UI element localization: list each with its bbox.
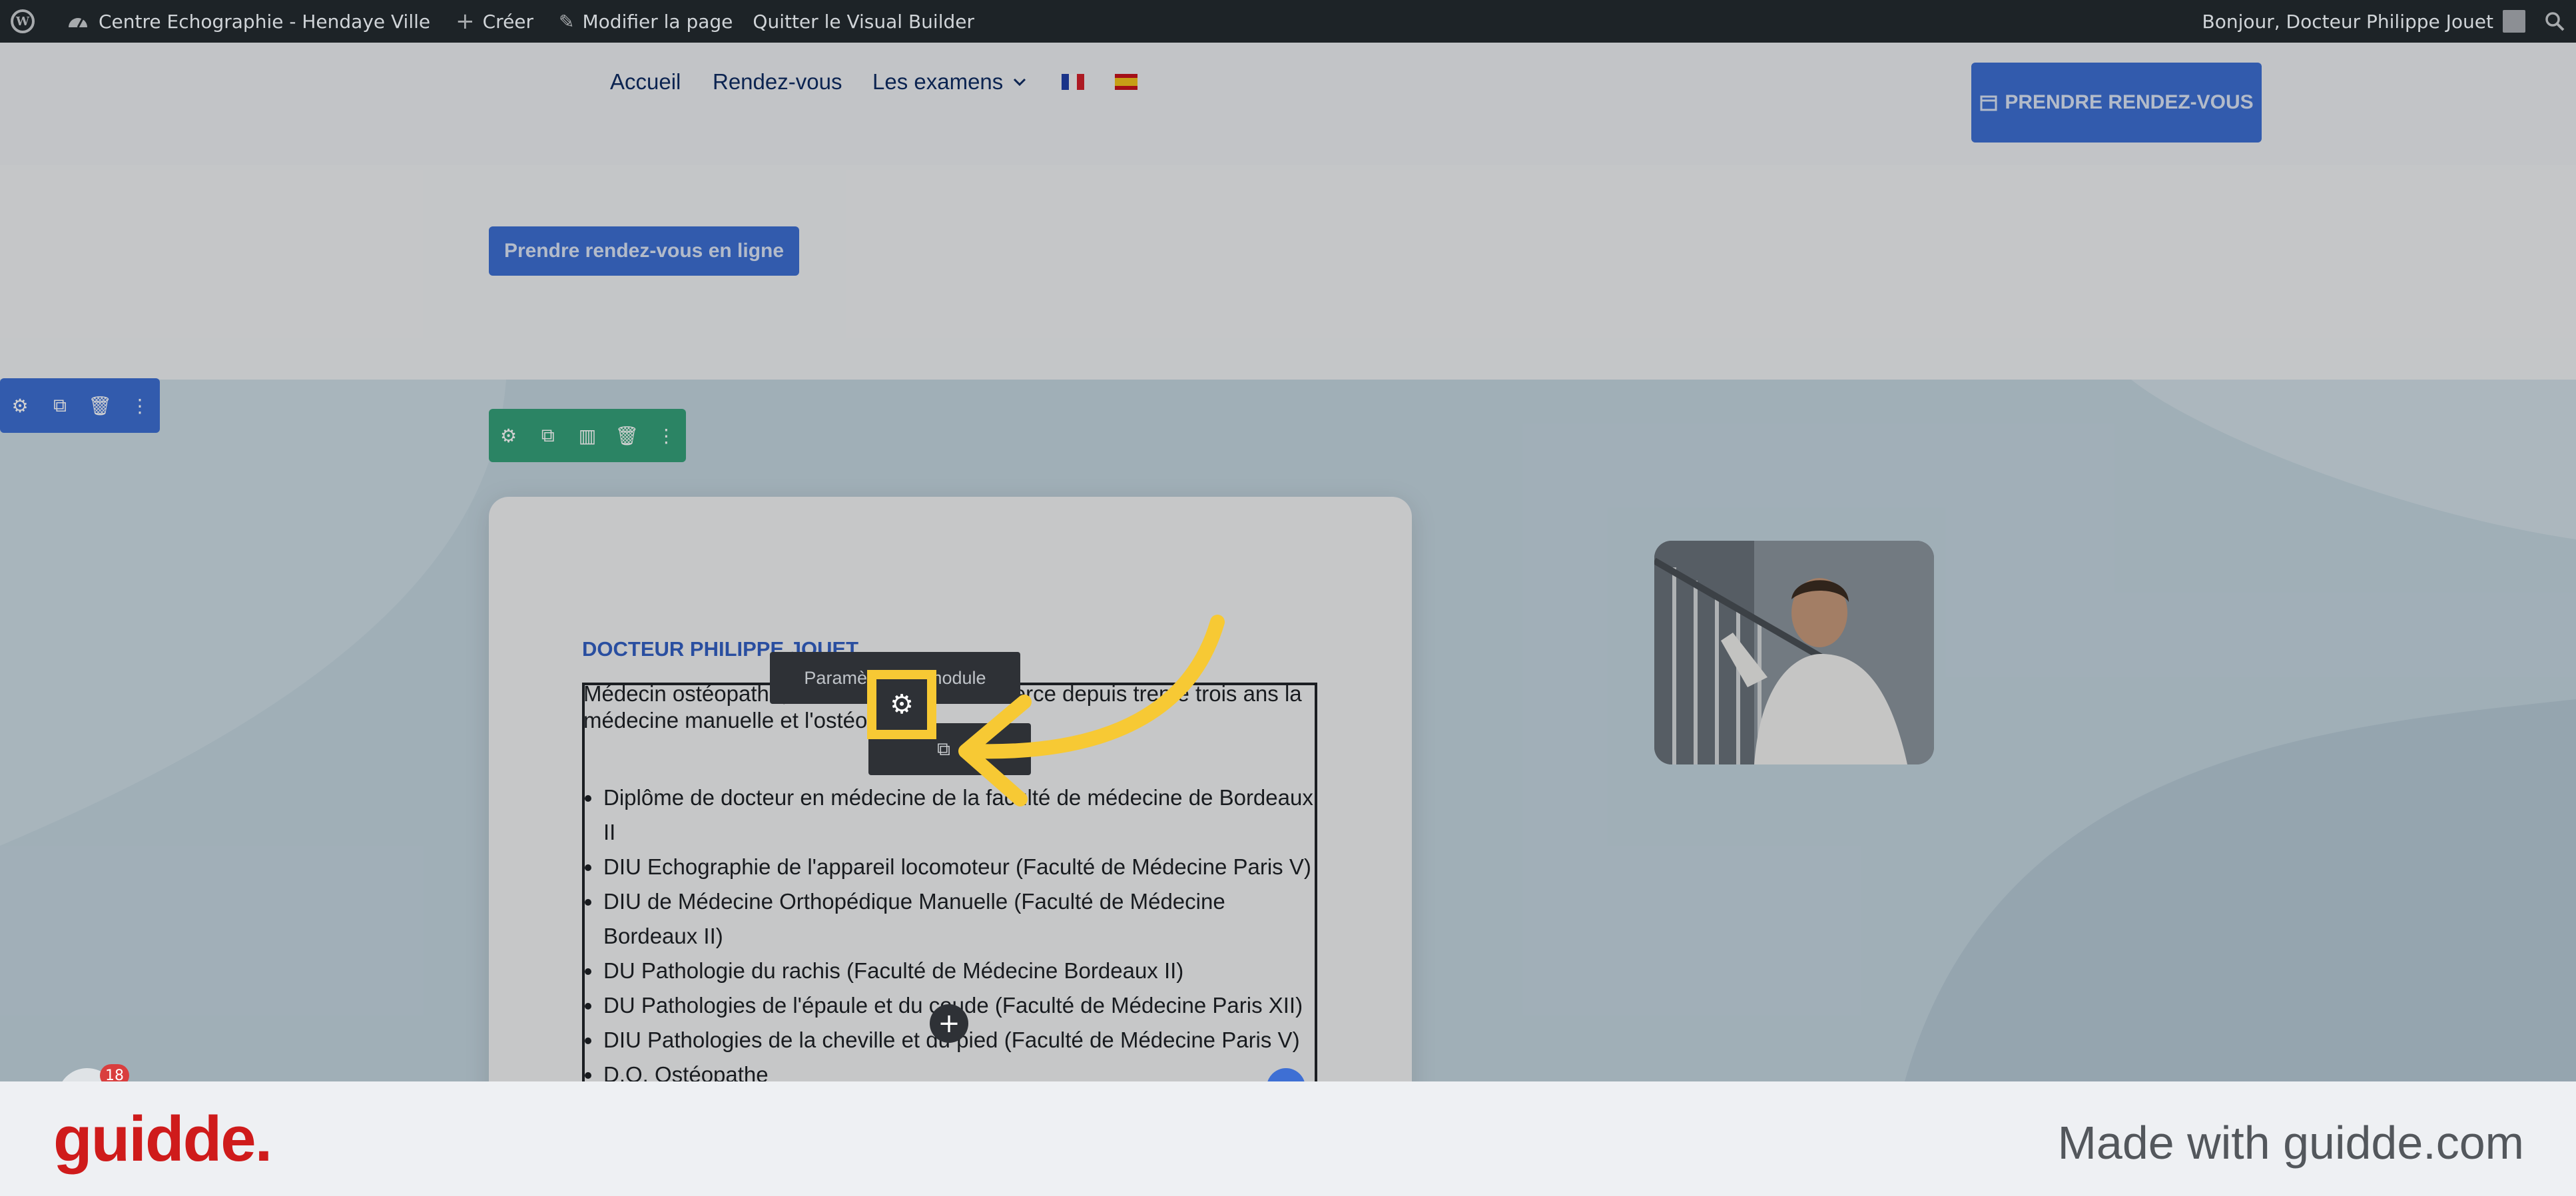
quit-visual-builder-link[interactable]: Quitter le Visual Builder xyxy=(753,0,974,43)
create-link[interactable]: + Créer xyxy=(456,0,533,43)
guidance-arrow-icon xyxy=(958,615,1225,806)
avatar xyxy=(2503,10,2525,33)
dashboard-icon xyxy=(69,18,87,28)
plus-icon: + xyxy=(456,8,475,35)
pencil-icon: ✎ xyxy=(559,10,575,33)
edit-page-link[interactable]: ✎ Modifier la page xyxy=(559,0,733,43)
user-greeting[interactable]: Bonjour, Docteur Philippe Jouet xyxy=(2202,0,2525,43)
builder-overlay xyxy=(0,43,2576,1081)
greeting-label: Bonjour, Docteur Philippe Jouet xyxy=(2202,10,2494,33)
admin-bar: W Centre Echographie - Hendaye Ville + C… xyxy=(0,0,2576,43)
made-with-text: Made with guidde.com xyxy=(2057,1117,2524,1169)
create-label: Créer xyxy=(482,10,534,33)
wordpress-logo-icon[interactable]: W xyxy=(11,0,35,43)
guidde-logo: guidde. xyxy=(53,1103,272,1175)
notification-badge: 18 xyxy=(100,1064,129,1081)
edit-page-label: Modifier la page xyxy=(582,10,733,33)
gear-icon: ⚙ xyxy=(890,689,914,720)
add-module-button[interactable]: + xyxy=(930,1004,968,1043)
quit-builder-label: Quitter le Visual Builder xyxy=(753,10,974,33)
site-name-link[interactable]: Centre Echographie - Hendaye Ville xyxy=(67,0,430,43)
module-settings-button[interactable]: ⚙ xyxy=(867,670,936,739)
page-content: Accueil Rendez-vous Les examens PRENDRE … xyxy=(0,43,2576,1081)
search-icon[interactable] xyxy=(2544,0,2565,43)
site-name: Centre Echographie - Hendaye Ville xyxy=(99,10,431,33)
